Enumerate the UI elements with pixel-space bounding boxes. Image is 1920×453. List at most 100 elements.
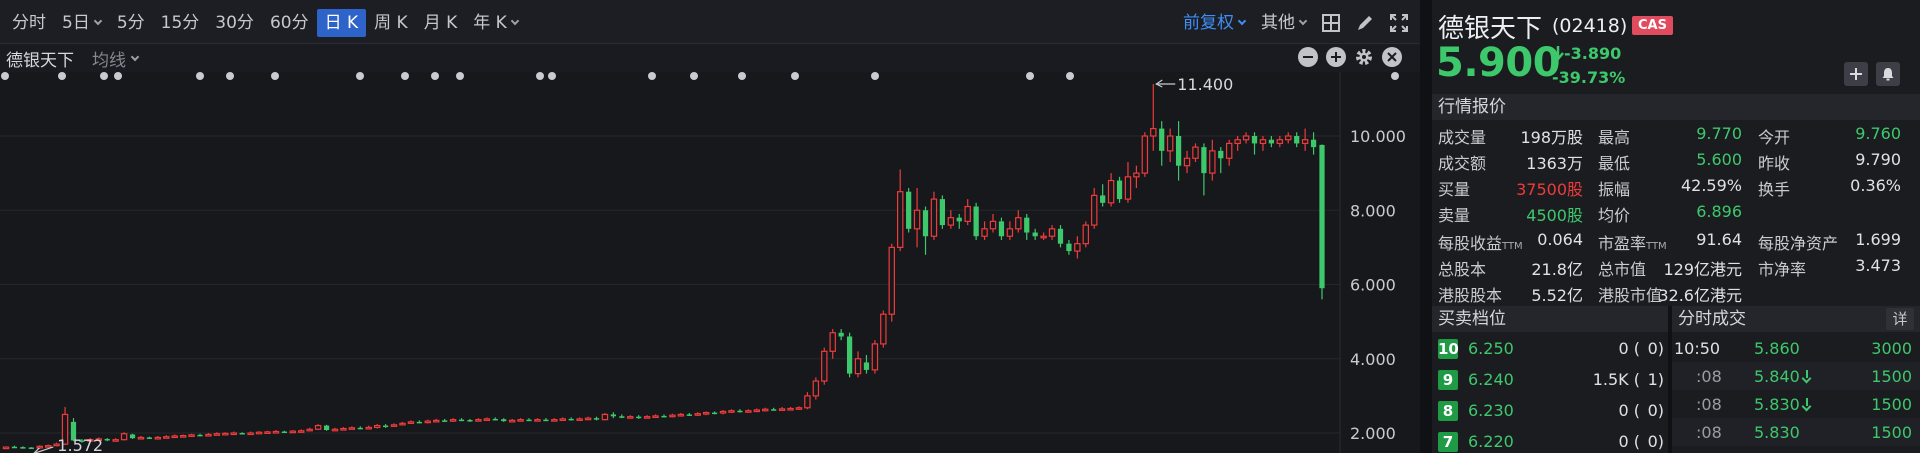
y-tick-label: 6.000 bbox=[1350, 276, 1396, 295]
event-flag-dot bbox=[58, 72, 66, 80]
stat-label-text: 均价 bbox=[1598, 206, 1631, 225]
candle-body-up bbox=[171, 435, 178, 439]
trade-row: :08 5.830 1500 bbox=[1672, 418, 1920, 446]
candle-body-up bbox=[1192, 146, 1199, 159]
add-watchlist-button[interactable] bbox=[1844, 62, 1868, 86]
trade-price: 5.830 bbox=[1754, 423, 1800, 442]
price-alert-button[interactable] bbox=[1876, 62, 1900, 86]
candle-body-up bbox=[112, 439, 119, 442]
panel-divider[interactable] bbox=[1420, 0, 1432, 453]
trades-title: 分时成交 bbox=[1678, 309, 1746, 329]
stat-value: 198万股 bbox=[1520, 128, 1583, 147]
candle-body-up bbox=[1082, 224, 1090, 245]
orderbook-row[interactable]: 10 6.250 0 (0) bbox=[1432, 334, 1668, 364]
event-flag-dot bbox=[690, 72, 698, 80]
candlestick-chart[interactable]: 10.000 8.000 6.000 4.000 2.000 11.400 1.572 bbox=[0, 72, 1420, 453]
stat-value: 42.59% bbox=[1680, 176, 1742, 195]
ask-quantity: 1.5K ( bbox=[1592, 370, 1640, 389]
fullscreen-icon[interactable] bbox=[1388, 12, 1410, 34]
candle-body-up bbox=[44, 445, 52, 448]
stat-value: 9.760 bbox=[1855, 124, 1901, 143]
tab-label: 周 K bbox=[374, 13, 408, 33]
candle-body-up bbox=[745, 410, 752, 413]
candle-body-up bbox=[871, 343, 879, 371]
stat-label-text: 换手 bbox=[1758, 180, 1791, 199]
candle-body-up bbox=[880, 313, 887, 345]
tab-label: 60分 bbox=[269, 13, 309, 33]
zoom-out-icon[interactable] bbox=[1298, 47, 1318, 67]
tab-period-5[interactable]: 60分 bbox=[262, 9, 317, 37]
orderbook-row[interactable]: 7 6.220 0 (0) bbox=[1432, 427, 1668, 453]
plus-icon bbox=[1850, 68, 1862, 80]
stat-value: 37500股 bbox=[1516, 180, 1583, 199]
tab-period-4[interactable]: 30分 bbox=[207, 9, 262, 37]
stat-label-text: 市盈率 bbox=[1598, 234, 1647, 253]
bell-icon bbox=[1882, 68, 1894, 81]
stat-row: 每股收益TTM 0.064 市盈率TTM 91.64 每股净资产 1.699 bbox=[1432, 230, 1920, 256]
tab-period-3[interactable]: 15分 bbox=[153, 9, 208, 37]
more-label: 其他 bbox=[1261, 13, 1295, 33]
chart-stock-name: 德银天下 bbox=[6, 51, 74, 71]
candle-body-down bbox=[737, 410, 743, 413]
candle-body-up bbox=[483, 418, 491, 421]
event-flag-dot bbox=[100, 72, 108, 80]
event-flag-dot bbox=[648, 72, 656, 80]
candle-body-up bbox=[694, 413, 701, 416]
adjust-dropdown[interactable]: 前复权 bbox=[1181, 9, 1247, 37]
candle-body-down bbox=[467, 420, 473, 422]
tab-period-2[interactable]: 5分 bbox=[109, 9, 153, 37]
orderbook-row[interactable]: 9 6.240 1.5K (1) bbox=[1432, 365, 1668, 395]
candle-body-up bbox=[348, 427, 356, 430]
more-dropdown[interactable]: 其他 bbox=[1259, 9, 1308, 37]
candle-body-down bbox=[939, 199, 945, 226]
ask-order-count: 0) bbox=[1647, 432, 1664, 451]
candle-body-up bbox=[1301, 139, 1309, 145]
event-flag-dot bbox=[1391, 72, 1399, 80]
candle-body-up bbox=[1225, 142, 1233, 159]
candle-body-up bbox=[36, 445, 43, 449]
candle-body-up bbox=[812, 380, 820, 397]
ask-quantity: 0 ( bbox=[1618, 432, 1640, 451]
candle-body-up bbox=[534, 419, 541, 422]
settings-gear-icon[interactable] bbox=[1354, 47, 1374, 67]
candle-body-down bbox=[11, 446, 18, 449]
tab-period-7[interactable]: 周 K bbox=[366, 9, 416, 37]
event-flag-dot bbox=[1026, 72, 1034, 80]
market-section-header: 行情报价 bbox=[1432, 94, 1920, 120]
arrow-down-icon bbox=[1802, 370, 1812, 382]
candle-body-up bbox=[1209, 150, 1216, 174]
grid-layout-icon[interactable] bbox=[1320, 12, 1342, 34]
pen-draw-icon[interactable] bbox=[1354, 12, 1376, 34]
stat-value: 0.36% bbox=[1850, 176, 1901, 195]
candle-body-up bbox=[205, 433, 212, 437]
tab-period-1[interactable]: 5日 bbox=[54, 9, 109, 37]
candle-body-down bbox=[416, 421, 422, 424]
tab-period-9[interactable]: 年 K bbox=[465, 9, 526, 37]
candle-body-up bbox=[576, 418, 583, 421]
price-change-percent: -39.73% bbox=[1552, 68, 1626, 87]
tab-period-8[interactable]: 月 K bbox=[416, 9, 466, 37]
zoom-in-icon[interactable] bbox=[1326, 47, 1346, 67]
ttm-suffix: TTM bbox=[1502, 241, 1523, 252]
candle-body-up bbox=[1285, 135, 1292, 141]
event-flag-dot bbox=[226, 72, 234, 80]
tab-period-6[interactable]: 日 K bbox=[316, 9, 367, 37]
tab-period-0[interactable]: 分时 bbox=[4, 9, 54, 37]
candle-body-up bbox=[1133, 172, 1140, 178]
close-icon[interactable] bbox=[1382, 47, 1402, 67]
stat-value: 0.064 bbox=[1537, 230, 1583, 249]
candle-body-up bbox=[154, 436, 162, 440]
stat-label: 港股股本 bbox=[1438, 282, 1502, 306]
ma-dropdown[interactable]: 均线 bbox=[92, 46, 140, 71]
stat-value: 6.896 bbox=[1696, 202, 1742, 221]
tab-label: 5分 bbox=[116, 13, 145, 33]
tab-label: 15分 bbox=[160, 13, 200, 33]
trade-row: 10:50 5.860 3000 bbox=[1672, 334, 1920, 362]
low-price-label: 1.572 bbox=[57, 436, 103, 453]
trades-detail-button[interactable]: 详 bbox=[1886, 308, 1914, 330]
candle-body-up bbox=[1183, 157, 1191, 167]
candle-body-down bbox=[442, 420, 448, 422]
orderbook-row[interactable]: 8 6.230 0 (0) bbox=[1432, 396, 1668, 426]
period-toolbar: 分时 5日 5分 15分 30分 60分日 K 周 K 月 K 年 K 前复权 其他 bbox=[0, 0, 1420, 44]
stat-label: 总股本 bbox=[1438, 256, 1486, 280]
